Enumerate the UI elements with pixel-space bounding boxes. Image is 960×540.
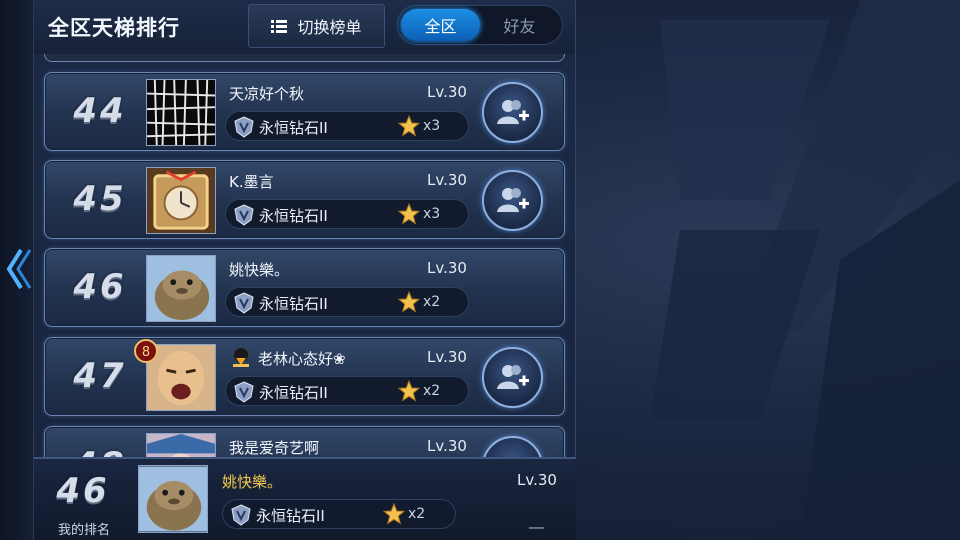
avatar[interactable] [146, 255, 216, 322]
list-item[interactable]: 47 8 老林心态好❀ Lv.30 永恒钻石II x2 [44, 337, 565, 416]
my-player-level: Lv.30 [517, 471, 557, 489]
list-icon [271, 19, 288, 33]
star-count: x2 [423, 383, 441, 399]
player-name: 天凉好个秋 [229, 85, 305, 103]
diamond-tier-icon [234, 381, 254, 403]
vip-badge-icon: 8 [134, 339, 158, 363]
my-rank-label: 我的排名 [58, 523, 111, 538]
diamond-tier-icon [234, 204, 254, 226]
ladder-header: 全区天梯排行 切换榜单 全区 好友 [34, 0, 575, 54]
my-rank-bar: 46 我的排名 姚快樂。 Lv.30 永恒钻石II x2 __ [34, 457, 576, 540]
add-friend-button[interactable] [482, 347, 543, 408]
list-item[interactable]: 45 K.墨言 Lv.30 永恒钻石II x3 [44, 160, 565, 239]
player-level: Lv.30 [427, 83, 467, 101]
tier-bar: 永恒钻石II x2 [225, 287, 469, 317]
switch-list-button[interactable]: 切换榜单 [248, 4, 385, 48]
diamond-tier-icon [231, 504, 251, 526]
player-level: Lv.30 [427, 348, 467, 366]
avatar[interactable] [138, 465, 208, 533]
my-rank-change: __ [529, 511, 544, 529]
star-icon [398, 291, 420, 313]
background-emblem-icon [650, 0, 960, 540]
player-name: 我是爱奇艺啊 [229, 439, 320, 457]
star-icon [383, 503, 405, 525]
tier-name: 永恒钻石II [256, 507, 325, 525]
vip-badge-icon [233, 348, 249, 367]
tier-name: 永恒钻石II [259, 207, 328, 225]
avatar[interactable] [146, 167, 216, 234]
add-friend-icon [497, 365, 529, 389]
add-friend-button[interactable] [482, 170, 543, 231]
rank-number: 44 [73, 91, 127, 131]
rank-number: 47 [73, 356, 127, 396]
star-icon [398, 203, 420, 225]
player-level: Lv.30 [427, 259, 467, 277]
my-player-name: 姚快樂。 [222, 473, 283, 491]
add-friend-icon [497, 188, 529, 212]
tab-all-region[interactable]: 全区 [401, 9, 480, 41]
diamond-tier-icon [234, 292, 254, 314]
diamond-tier-icon [234, 116, 254, 138]
player-name: 老林心态好❀ [258, 350, 346, 368]
rank-number: 46 [73, 267, 127, 307]
tier-name: 永恒钻石II [259, 119, 328, 137]
player-level: Lv.30 [427, 437, 467, 455]
vip-badge-number: 8 [142, 345, 150, 360]
star-count: x3 [423, 206, 441, 222]
star-count: x2 [408, 506, 426, 522]
add-friend-button[interactable] [482, 82, 543, 143]
star-count: x2 [423, 294, 441, 310]
player-name: K.墨言 [229, 173, 274, 191]
star-icon [398, 115, 420, 137]
list-item[interactable]: 46 姚快樂。 Lv.30 永恒钻石II x2 [44, 248, 565, 327]
chevron-left-icon[interactable] [3, 246, 33, 292]
rank-number: 45 [73, 179, 127, 219]
player-name: 姚快樂。 [229, 261, 290, 279]
my-rank-number: 46 [56, 471, 110, 511]
page-title: 全区天梯排行 [48, 16, 180, 40]
switch-list-label: 切换榜单 [297, 18, 362, 37]
star-count: x3 [423, 118, 441, 134]
tier-bar: 永恒钻石II x3 [225, 199, 469, 229]
tab-friends[interactable]: 好友 [480, 9, 559, 41]
scope-toggle: 全区 好友 [397, 5, 563, 45]
tier-name: 永恒钻石II [259, 384, 328, 402]
tier-bar: 永恒钻石II x2 [225, 376, 469, 406]
my-tier-bar: 永恒钻石II x2 [222, 499, 456, 529]
player-level: Lv.30 [427, 171, 467, 189]
list-item[interactable]: 44 天凉好个秋 Lv.30 永恒钻石II x3 [44, 72, 565, 151]
avatar[interactable] [146, 79, 216, 146]
star-icon [398, 380, 420, 402]
add-friend-icon [497, 100, 529, 124]
tier-bar: 永恒钻石II x3 [225, 111, 469, 141]
tier-name: 永恒钻石II [259, 295, 328, 313]
